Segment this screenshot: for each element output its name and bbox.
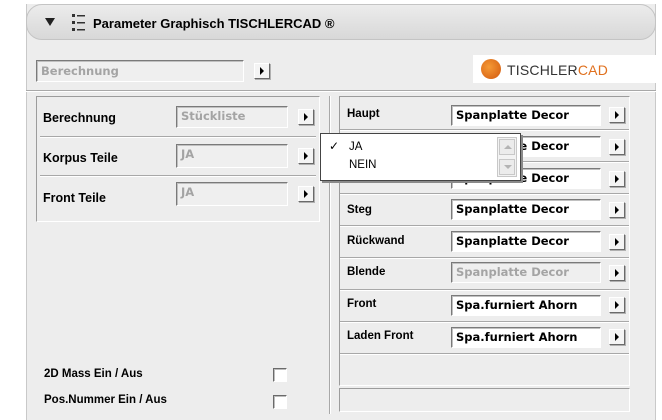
dropdown-option-nein[interactable]: NEIN: [349, 159, 376, 171]
scroll-up-icon[interactable]: [499, 139, 515, 155]
material-select-row-3-button[interactable]: [609, 171, 625, 187]
material-select-haupt[interactable]: Spanplatte Decor: [451, 105, 601, 126]
settings-list-icon: [72, 14, 85, 31]
right-footer-box: [339, 388, 630, 412]
2d-mass-checkbox[interactable]: [273, 368, 287, 382]
toggle-label-pos-nummer: Pos.Nummer Ein / Aus: [44, 394, 167, 406]
dropdown-option-ja[interactable]: JA: [349, 141, 362, 153]
material-select-blende[interactable]: Spanplatte Decor: [451, 262, 601, 283]
row-divider: [340, 321, 629, 323]
material-select-rueckwand[interactable]: Spanplatte Decor: [451, 231, 601, 252]
row-divider: [340, 193, 629, 195]
scroll-down-icon[interactable]: [499, 159, 515, 175]
row-label-korpus-teile: Korpus Teile: [43, 151, 118, 165]
material-select-haupt-button[interactable]: [609, 107, 625, 123]
material-select-laden-front[interactable]: Spa.furniert Ahorn: [451, 327, 601, 348]
material-select-steg[interactable]: Spanplatte Decor: [451, 199, 601, 220]
row-divider: [40, 136, 316, 138]
mode-select[interactable]: Berechnung: [36, 60, 244, 82]
logo-mark-icon: [481, 59, 501, 79]
row-label-front-teile: Front Teile: [43, 191, 106, 205]
material-select-front-button[interactable]: [609, 297, 625, 313]
material-label-blende: Blende: [347, 266, 386, 278]
row-divider: [340, 353, 629, 355]
row-divider: [340, 257, 629, 259]
material-label-front: Front: [347, 298, 377, 310]
toggle-label-2d-mass: 2D Mass Ein / Aus: [44, 368, 143, 380]
front-teile-select[interactable]: JA: [176, 182, 288, 206]
row-divider: [40, 175, 316, 177]
row-divider: [340, 129, 629, 131]
material-label-rueckwand: Rückwand: [347, 235, 405, 247]
row-divider: [340, 225, 629, 227]
material-label-haupt: Haupt: [347, 108, 380, 120]
material-select-row-2-button[interactable]: [609, 139, 625, 155]
tischlercad-logo: TISCHLERCAD: [473, 55, 659, 83]
korpus-teile-select[interactable]: JA: [176, 144, 288, 168]
dropdown-popup[interactable]: ✓ JA NEIN: [320, 133, 521, 181]
disclosure-triangle-icon[interactable]: [45, 18, 55, 26]
material-label-laden-front: Laden Front: [347, 330, 414, 342]
front-teile-select-button[interactable]: [298, 186, 314, 202]
dropdown-scrollbar[interactable]: [497, 137, 517, 177]
panel-title: Parameter Graphisch TISCHLERCAD ®: [93, 16, 335, 31]
material-select-blende-button[interactable]: [609, 265, 625, 281]
material-label-steg: Steg: [347, 204, 372, 216]
berechnung-select[interactable]: Stückliste: [176, 106, 288, 128]
panel-header[interactable]: Parameter Graphisch TISCHLERCAD ®: [26, 4, 656, 40]
material-select-rueckwand-button[interactable]: [609, 234, 625, 250]
checkmark-icon: ✓: [329, 139, 340, 153]
material-select-front[interactable]: Spa.furniert Ahorn: [451, 295, 601, 316]
material-select-steg-button[interactable]: [609, 202, 625, 218]
row-label-berechnung: Berechnung: [43, 111, 116, 125]
divider: [26, 90, 656, 92]
row-divider: [340, 289, 629, 291]
mode-select-button[interactable]: [254, 63, 270, 79]
pos-nummer-checkbox[interactable]: [273, 395, 287, 409]
korpus-teile-select-button[interactable]: [298, 148, 314, 164]
logo-text: TISCHLERCAD: [507, 62, 609, 78]
material-select-laden-front-button[interactable]: [609, 329, 625, 345]
berechnung-select-button[interactable]: [298, 109, 314, 125]
